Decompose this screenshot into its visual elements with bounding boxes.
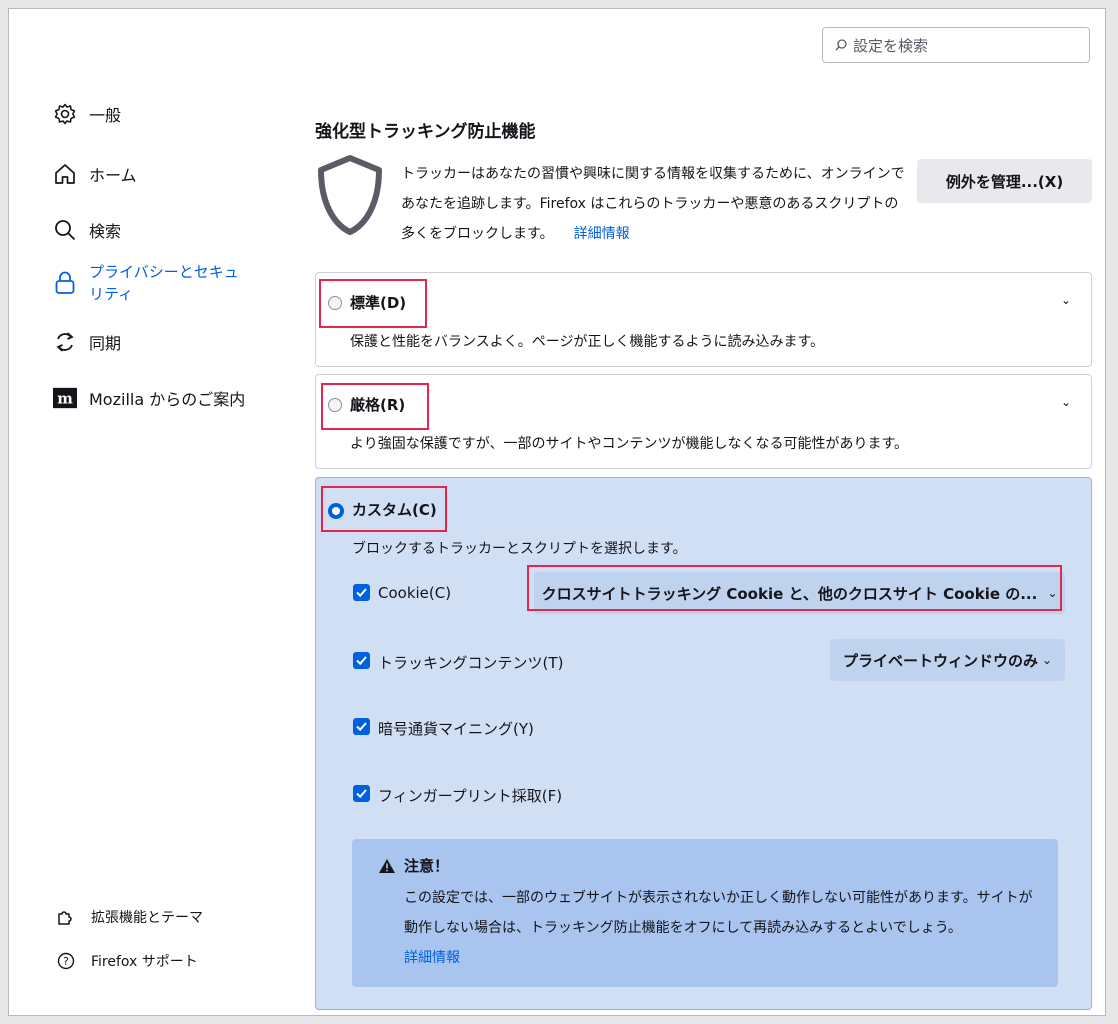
shield-icon [315, 152, 385, 242]
strict-option[interactable]: 厳格(R) ⌄ より強固な保護ですが、一部のサイトやコンテンツが機能しなくなる可… [315, 374, 1092, 469]
sync-icon [53, 330, 77, 354]
checkmark-icon [356, 789, 367, 799]
warning-box: 注意！ この設定では、一部のウェブサイトが表示されないか正しく動作しない可能性が… [352, 839, 1058, 987]
custom-description: ブロックするトラッカーとスクリプトを選択します。 [352, 541, 687, 557]
cryptomining-checkbox[interactable] [353, 718, 370, 735]
strict-description: より強固な保護ですが、一部のサイトやコンテンツが機能しなくなる可能性があります。 [350, 436, 909, 452]
standard-description: 保護と性能をバランスよく。ページが正しく機能するように読み込みます。 [350, 334, 825, 350]
highlight-box [321, 383, 429, 430]
home-icon [53, 162, 77, 186]
highlight-box [527, 565, 1062, 611]
tracking-content-label: トラッキングコンテンツ(T) [378, 654, 564, 672]
tracking-content-select-value: プライベートウィンドウのみ [842, 651, 1038, 670]
warning-title-row: 注意！ [378, 855, 449, 876]
search-placeholder: 設定を検索 [853, 36, 929, 55]
sidebar-item-search[interactable]: 検索 [53, 218, 121, 242]
sidebar-item-label: 拡張機能とテーマ [91, 910, 203, 926]
sidebar-item-sync[interactable]: 同期 [53, 330, 121, 354]
description-text: トラッカーはあなたの習慣や興味に関する情報を収集するために、オンラインであなたを… [401, 166, 905, 242]
page-title: 強化型トラッキング防止機能 [315, 122, 536, 142]
sidebar-item-label: 一般 [89, 106, 122, 125]
sidebar-item-home[interactable]: ホーム [53, 162, 137, 186]
search-input[interactable]: 設定を検索 [822, 27, 1090, 63]
search-icon [835, 39, 847, 51]
sidebar-item-label: プライバシーとセキュリティ [89, 263, 239, 303]
help-icon: ? [57, 952, 75, 970]
fingerprinting-checkbox[interactable] [353, 785, 370, 802]
cryptomining-label: 暗号通貨マイニング(Y) [378, 720, 534, 738]
chevron-down-icon: ⌄ [1041, 653, 1053, 667]
tracking-content-select[interactable]: プライベートウィンドウのみ ⌄ [830, 639, 1065, 681]
sidebar-item-label: 同期 [89, 334, 122, 353]
chevron-down-icon[interactable]: ⌄ [1061, 395, 1071, 409]
svg-text:?: ? [63, 955, 69, 968]
sidebar-item-addons[interactable]: 拡張機能とテーマ [57, 907, 203, 927]
fingerprinting-label: フィンガープリント採取(F) [378, 787, 563, 805]
highlight-box [319, 279, 427, 328]
gear-icon [53, 102, 77, 126]
custom-option[interactable]: カスタム(C) ブロックするトラッカーとスクリプトを選択します。 Cookie(… [315, 477, 1092, 1010]
preferences-window: 設定を検索 一般 ホーム 検索 プライバシーとセキュリティ 同期 m Mozil… [8, 8, 1106, 1016]
svg-text:m: m [57, 391, 73, 408]
puzzle-icon [57, 908, 75, 926]
sidebar-item-label: ホーム [89, 166, 137, 185]
cookie-label: Cookie(C) [378, 584, 452, 602]
warning-icon [379, 858, 395, 873]
magnifier-icon [53, 218, 77, 242]
sidebar-item-label: Mozilla からのご案内 [89, 390, 246, 409]
warning-body: この設定では、一部のウェブサイトが表示されないか正しく動作しない可能性があります… [404, 883, 1044, 973]
warning-learn-more-link[interactable]: 詳細情報 [404, 950, 460, 966]
standard-option[interactable]: 標準(D) ⌄ 保護と性能をバランスよく。ページが正しく機能するように読み込みま… [315, 272, 1092, 367]
sidebar-item-privacy[interactable]: プライバシーとセキュリティ [53, 261, 249, 305]
checkmark-icon [356, 656, 367, 666]
learn-more-link[interactable]: 詳細情報 [574, 226, 630, 242]
warning-text: この設定では、一部のウェブサイトが表示されないか正しく動作しない可能性があります… [404, 890, 1033, 936]
cookie-checkbox[interactable] [353, 584, 370, 601]
highlight-box [321, 486, 447, 532]
lock-icon [53, 271, 77, 295]
mozilla-icon: m [53, 386, 77, 410]
warning-title: 注意！ [404, 857, 450, 875]
tracking-description: トラッカーはあなたの習慣や興味に関する情報を収集するために、オンラインであなたを… [401, 159, 909, 249]
sidebar-item-label: 検索 [89, 222, 122, 241]
checkmark-icon [356, 722, 367, 732]
sidebar-item-label: Firefox サポート [91, 954, 198, 970]
sidebar-item-support[interactable]: ? Firefox サポート [57, 951, 198, 971]
checkmark-icon [356, 588, 367, 598]
chevron-down-icon[interactable]: ⌄ [1061, 293, 1071, 307]
sidebar-item-general[interactable]: 一般 [53, 102, 121, 126]
sidebar-item-mozilla[interactable]: m Mozilla からのご案内 [53, 386, 245, 410]
tracking-content-checkbox[interactable] [353, 652, 370, 669]
manage-exceptions-button[interactable]: 例外を管理...(X) [917, 159, 1092, 203]
